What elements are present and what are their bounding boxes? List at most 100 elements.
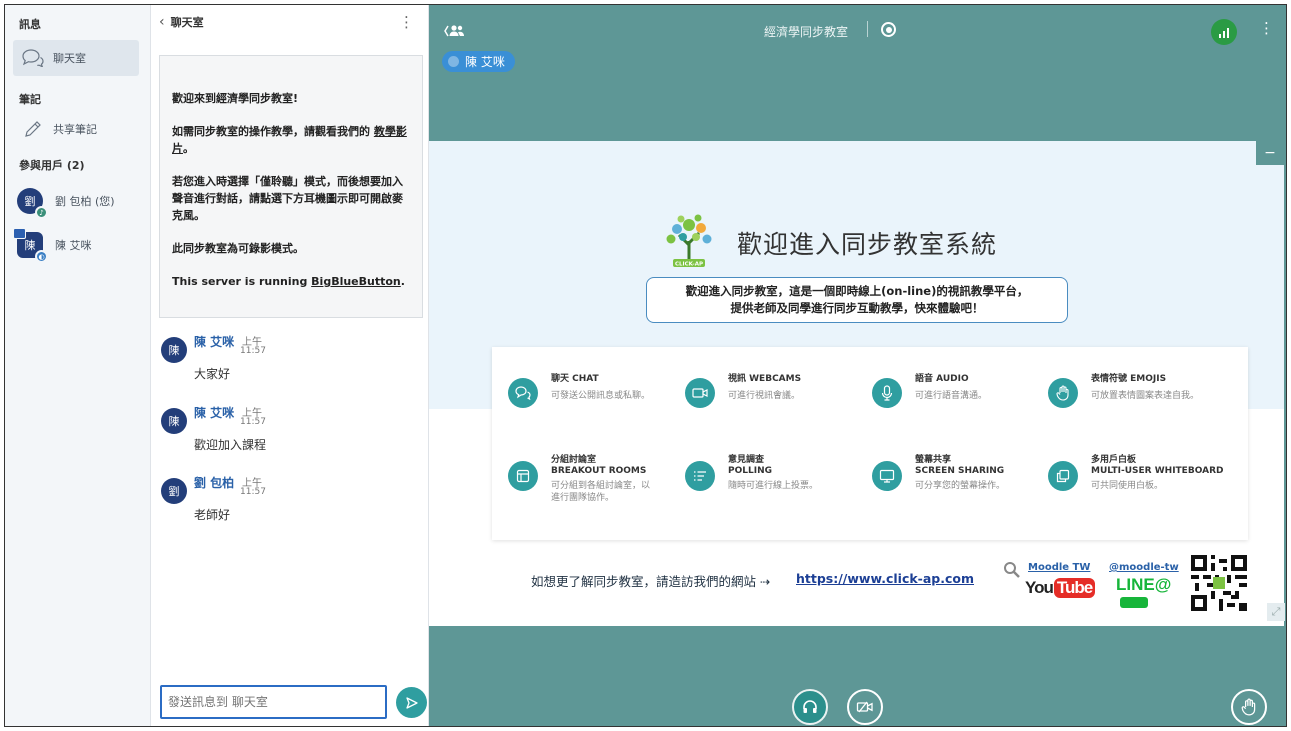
presenter-icon [13,228,26,239]
slide-footer-text: 如想更了解同步教室，請造訪我們的網站 ⇢ [531,574,771,589]
chat-message-input[interactable] [160,685,387,719]
website-link[interactable]: https://www.click-ap.com [796,571,974,586]
feature-title: MULTI-USER WHITEBOARD [1091,466,1224,476]
user-row-presenter[interactable]: 陳 ◐ 陳 艾咪 [13,227,147,263]
logo-text: CLICK-AP [675,262,703,268]
bigbluebutton-link[interactable]: BigBlueButton [311,275,401,288]
feature-audio: 語音 AUDIO 可進行語音溝通。 [872,372,1052,422]
connection-status-button[interactable] [1211,19,1237,45]
message-text: 老師好 [194,508,231,522]
feature-title: 意見調查 [728,455,765,465]
send-button[interactable] [396,687,427,718]
presentation-slide[interactable]: CLICK-AP 歡迎進入同步教室系統 歡迎進入同步教室，這是一個即時線上(on… [429,141,1284,626]
feature-title: 螢幕共享 [915,455,952,465]
feature-title: POLLING [728,466,772,476]
talking-dot-icon [448,56,459,67]
headphones-icon [803,700,817,713]
message-time: 11:57 [240,487,266,497]
more-vertical-icon[interactable]: ⋮ [399,13,414,31]
breakout-rooms-icon [508,461,538,491]
sidebar-item-chat[interactable]: 聊天室 [13,40,139,76]
signal-bar [1219,34,1221,38]
feature-title: SCREEN SHARING [915,466,1005,476]
youtube-logo[interactable]: You Tube [1025,578,1096,598]
users-heading: 參與用戶 (2) [19,159,85,172]
avatar: 陳 [161,337,187,363]
share-webcam-button[interactable] [847,689,883,725]
send-icon [405,696,418,709]
feature-title: 表情符號 EMOJIS [1091,374,1167,384]
welcome-line: 如需同步教室的操作教學，請觀看我們的 教學影片。 [172,123,410,157]
click-ap-logo: CLICK-AP [666,214,712,268]
signal-bar [1223,31,1225,38]
welcome-line: 歡迎來到經濟學同步教室! [172,92,299,105]
feature-title: 視訊 WEBCAMS [728,374,802,384]
moodle-tw-label[interactable]: Moodle TW [1028,562,1090,573]
youtube-you: You [1025,578,1054,597]
feature-breakout-rooms: 分組討論室 BREAKOUT ROOMS 可分組到各組討論室，以 進行團隊協作。 [508,455,688,505]
search-icon [1004,562,1020,578]
microphone-icon [872,378,902,408]
feature-desc: 可進行視訊會議。 [728,391,801,401]
sidebar-item-shared-notes[interactable]: 共享筆記 [13,111,139,147]
message-author: 陳 艾咪 [194,406,235,420]
microphone-badge-icon: ♪ [35,206,48,219]
feature-title: BREAKOUT ROOMS [551,466,647,476]
recording-indicator-icon[interactable] [881,22,896,37]
avatar: 陳 ◐ [13,228,48,263]
feature-desc: 進行團隊協作。 [551,493,615,503]
feature-webcams: 視訊 WEBCAMS 可進行視訊會議。 [685,372,865,422]
feature-desc: 可共同使用白板。 [1091,481,1164,491]
messages-heading: 訊息 [19,18,41,31]
message-author: 劉 包柏 [194,476,235,490]
avatar: 陳 [161,408,187,434]
message-author: 陳 艾咪 [194,335,235,349]
message-text: 大家好 [194,367,231,381]
hand-icon [1048,378,1078,408]
chat-title: 聊天室 [170,16,204,29]
welcome-line: 此同步教室為可錄影模式。 [172,242,304,255]
raise-hand-icon [1241,698,1256,716]
toggle-user-list-button[interactable] [443,23,465,39]
feature-emojis: 表情符號 EMOJIS 可放置表情圖案表達自我。 [1048,372,1228,422]
whiteboard-icon [1048,461,1078,491]
user-name: 陳 艾咪 [55,239,92,252]
line-handle[interactable]: @moodle-tw [1109,562,1179,573]
room-title: 經濟學同步教室 [764,25,849,39]
talking-indicator[interactable]: 陳 艾咪 [442,51,515,72]
chat-icon [508,378,538,408]
slide-description-line: 歡迎進入同步教室，這是一個即時線上(on-line)的視訊教學平台， [685,284,1029,298]
slide-title: 歡迎進入同步教室系統 [737,230,998,259]
chevron-left-icon: ‹ [159,14,165,30]
sidebar-item-chat-label: 聊天室 [53,52,86,65]
feature-whiteboard: 多用戶白板 MULTI-USER WHITEBOARD 可共同使用白板。 [1048,455,1228,505]
avatar: 劉 [161,478,187,504]
user-row-self[interactable]: 劉 ♪ 劉 包柏 (您) [17,183,147,219]
fullscreen-icon[interactable]: ⤢ [1267,603,1285,621]
avatar: 劉 ♪ [17,188,48,219]
welcome-text: 。 [183,142,194,155]
feature-title: 語音 AUDIO [915,374,969,384]
notes-heading: 筆記 [19,93,41,106]
youtube-tube: Tube [1053,578,1096,598]
audio-button[interactable] [792,689,828,725]
feature-desc: 可放置表情圖案表達自我。 [1091,391,1200,401]
feature-title: 分組討論室 [551,455,597,465]
monitor-icon [872,461,902,491]
chat-back-button[interactable]: ‹ 聊天室 [159,14,204,30]
minimize-presentation-button[interactable]: − [1256,141,1284,165]
qr-code-icon [1191,555,1247,611]
line-add-friend-badge [1120,597,1148,608]
video-camera-icon [685,378,715,408]
avatar-initial: 陳 [24,239,36,252]
welcome-text: . [400,275,405,288]
feature-screen-sharing: 螢幕共享 SCREEN SHARING 可分享您的螢幕操作。 [872,455,1052,505]
feature-chat: 聊天 CHAT 可發送公開訊息或私聊。 [508,372,688,422]
users-icon [444,25,464,37]
talking-user-name: 陳 艾咪 [465,55,505,69]
chat-bubbles-icon [19,44,47,72]
options-menu-icon[interactable]: ⋮ [1259,19,1274,37]
raise-hand-button[interactable] [1231,689,1267,725]
sidebar: 訊息 聊天室 筆記 共享筆記 參與用戶 (2) 劉 ♪ 劉 包柏 (您) 陳 ◐… [5,5,151,726]
slide-description-line: 提供老師及同學進行同步互動教學，快來體驗吧！ [730,301,984,315]
